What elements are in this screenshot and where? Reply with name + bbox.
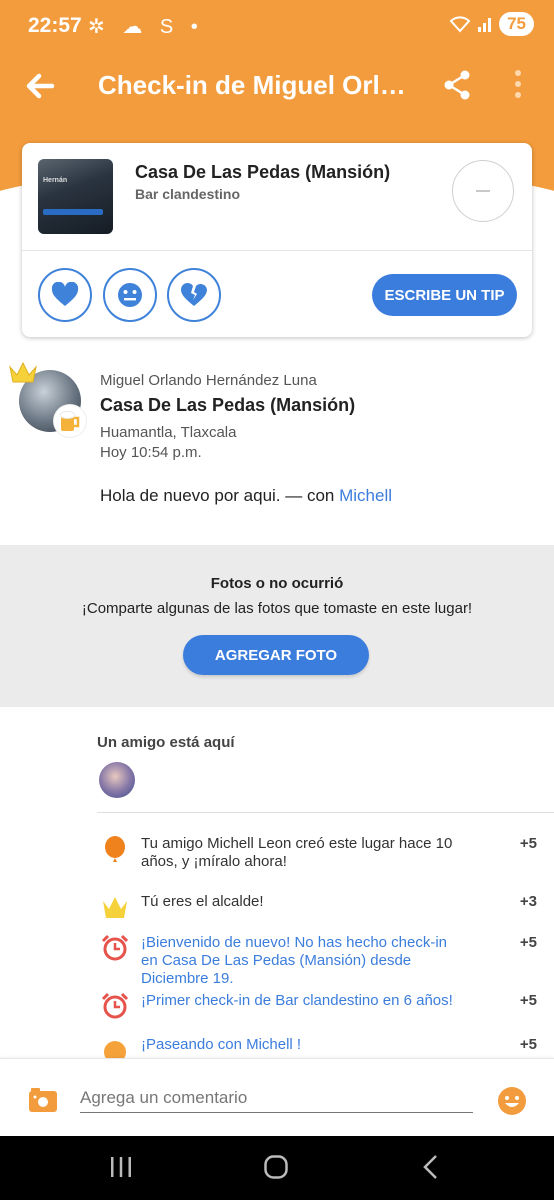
comment-input[interactable] xyxy=(80,1084,473,1113)
dislike-button[interactable] xyxy=(167,268,221,322)
friends-here-title: Un amigo está aquí xyxy=(97,734,235,751)
reward-text[interactable]: ¡Bienvenido de nuevo! No has hecho check… xyxy=(141,934,461,988)
status-notification-icons: ✲ ☁ S • xyxy=(88,16,204,38)
back-arrow-icon[interactable] xyxy=(22,68,58,104)
friend-avatar[interactable] xyxy=(99,762,135,798)
venue-rating-ring xyxy=(452,160,514,222)
reward-points: +5 xyxy=(519,1036,537,1053)
status-time: 22:57 xyxy=(28,14,82,37)
add-photo-button[interactable]: AGREGAR FOTO xyxy=(183,635,369,675)
reward-text[interactable]: ¡Paseando con Michell ! xyxy=(141,1036,461,1054)
friends-divider xyxy=(97,812,554,813)
page-title: Check-in de Miguel Orlando Hernández Lun… xyxy=(98,70,414,100)
broken-heart-icon xyxy=(180,282,207,306)
camera-icon[interactable] xyxy=(28,1087,58,1113)
venue-category: Bar clandestino xyxy=(135,186,241,202)
checkin-location: Huamantla, Tlaxcala xyxy=(100,424,237,441)
comment-bar xyxy=(0,1058,554,1137)
reward-text: Tu amigo Michell Leon creó este lugar ha… xyxy=(141,835,453,870)
like-button[interactable] xyxy=(38,268,92,322)
card-divider xyxy=(22,250,532,251)
checkin-user-name[interactable]: Miguel Orlando Hernández Luna xyxy=(100,372,317,389)
checkin-venue-name[interactable]: Casa De Las Pedas (Mansión) xyxy=(100,395,355,416)
status-right: 75 xyxy=(449,12,534,36)
crown-icon xyxy=(103,897,127,918)
with-friend-link[interactable]: Michell xyxy=(339,486,392,505)
home-icon xyxy=(264,1155,288,1179)
balloon-icon xyxy=(105,836,125,862)
checkin-time: Hoy 10:54 p.m. xyxy=(100,444,202,461)
venue-thumbnail-title: Hernán xyxy=(43,177,68,184)
reward-text[interactable]: ¡Primer check-in de Bar clandestino en 6… xyxy=(141,992,461,1010)
battery-badge: 75 xyxy=(499,12,534,36)
reward-points: +5 xyxy=(519,835,537,852)
photos-section: Fotos o no ocurrió ¡Comparte algunas de … xyxy=(0,545,554,707)
venue-name[interactable]: Casa De Las Pedas (Mansión) xyxy=(135,162,390,183)
venue-thumbnail-bar xyxy=(43,209,103,215)
reward-points: +5 xyxy=(519,934,537,951)
photos-title: Fotos o no ocurrió xyxy=(210,575,344,592)
recent-apps-button[interactable] xyxy=(108,1154,134,1185)
photos-subtitle: ¡Comparte algunas de las fotos que tomas… xyxy=(81,600,473,617)
venue-thumbnail[interactable]: Hernán xyxy=(38,159,113,234)
write-tip-button[interactable]: ESCRIBE UN TIP xyxy=(372,274,517,316)
beer-mug-icon xyxy=(54,405,86,437)
reward-points: +3 xyxy=(519,893,537,910)
more-options-icon[interactable] xyxy=(508,68,528,102)
emoji-icon[interactable] xyxy=(497,1086,527,1116)
shout-text: Hola de nuevo por aqui. — con xyxy=(100,486,335,505)
alarm-clock-icon xyxy=(101,934,129,961)
rating-dash xyxy=(476,190,490,192)
back-nav-button[interactable] xyxy=(420,1154,442,1185)
neutral-button[interactable] xyxy=(103,268,157,322)
checkin-shout: Hola de nuevo por aqui. — con Michell xyxy=(100,486,392,506)
heart-icon xyxy=(51,282,79,306)
back-chevron-icon xyxy=(423,1155,437,1179)
reward-text: Tú eres el alcalde! xyxy=(141,893,264,910)
wifi-icon xyxy=(449,16,471,33)
neutral-face-icon xyxy=(118,283,142,307)
signal-icon xyxy=(478,18,492,32)
venue-card[interactable]: Hernán Casa De Las Pedas (Mansión) Bar c… xyxy=(22,143,532,337)
reward-points: +5 xyxy=(519,992,537,1009)
system-nav-bar xyxy=(0,1136,554,1200)
crown-icon xyxy=(9,361,37,383)
status-bar: 22:57 ✲ ☁ S • 75 xyxy=(0,0,554,50)
share-icon[interactable] xyxy=(440,68,474,102)
recent-apps-icon xyxy=(111,1157,131,1177)
alarm-clock-icon xyxy=(101,992,129,1019)
home-button[interactable] xyxy=(263,1154,289,1185)
